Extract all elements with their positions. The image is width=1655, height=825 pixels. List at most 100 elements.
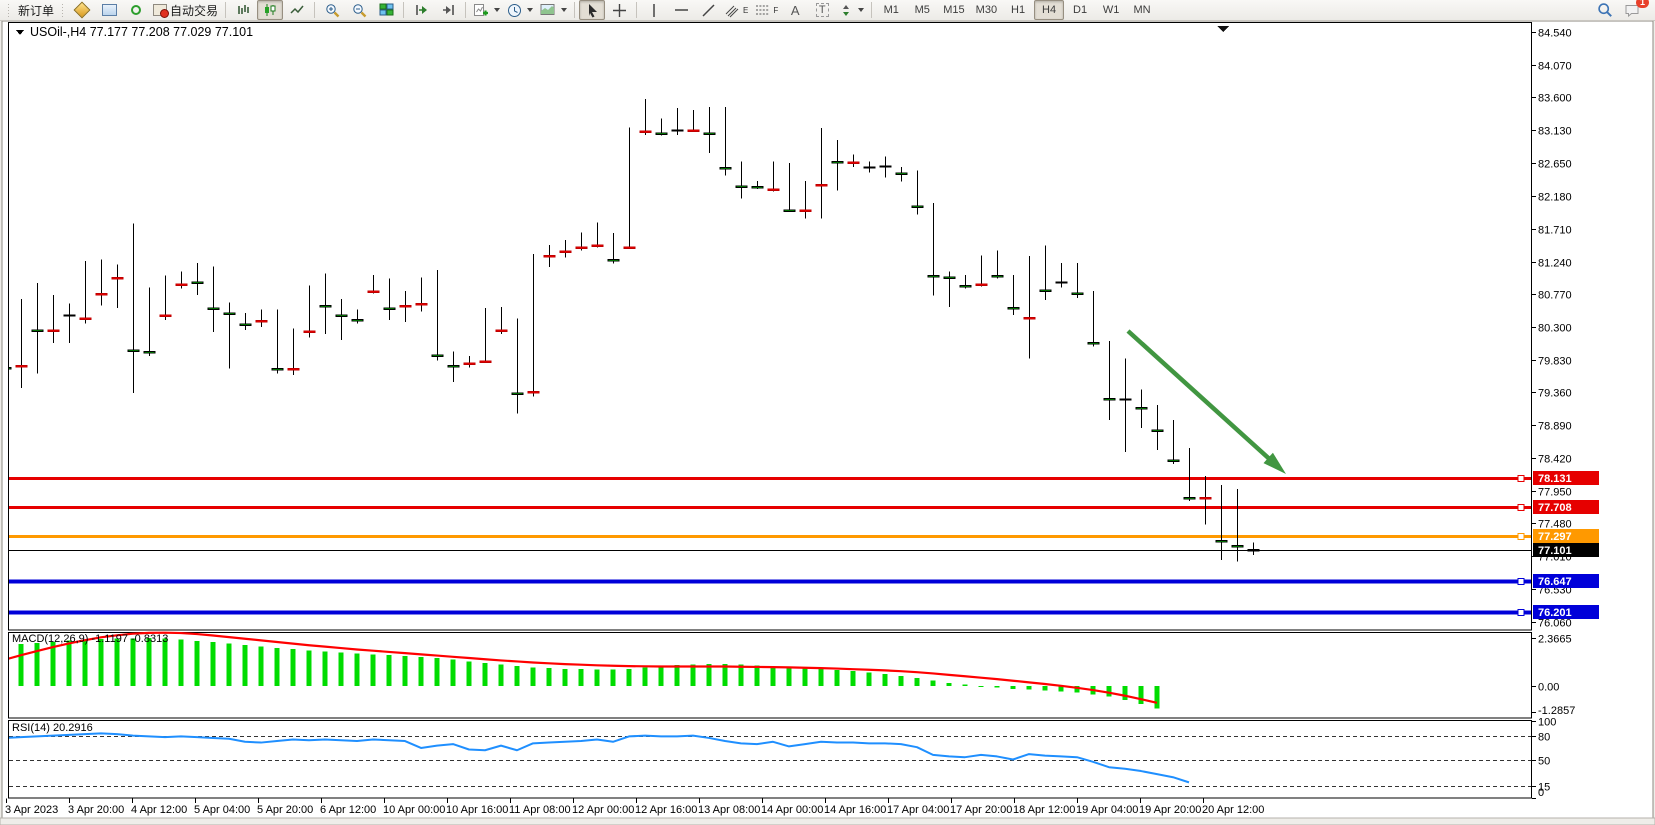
- price-tick-label: 77.950: [1538, 487, 1572, 499]
- macd-histogram-bar: [547, 668, 552, 686]
- bar-chart-button[interactable]: [230, 0, 256, 20]
- fibonacci-button[interactable]: F: [752, 0, 781, 20]
- search-button[interactable]: [1592, 0, 1618, 20]
- auto-scroll-button[interactable]: [408, 0, 434, 20]
- rsi-scale-label: 100: [1538, 717, 1556, 729]
- candlestick-button[interactable]: [257, 0, 283, 20]
- channel-icon: [725, 3, 740, 18]
- macd-histogram-bar: [563, 669, 568, 686]
- price-chart[interactable]: 84.54084.07083.60083.13082.65082.18081.7…: [0, 21, 1655, 825]
- chart-title-label: USOil-,H4 77.177 77.208 77.029 77.101: [30, 25, 253, 39]
- line-handle[interactable]: [1518, 534, 1524, 540]
- macd-histogram-bar: [499, 665, 504, 686]
- tile-windows-button[interactable]: [373, 0, 399, 20]
- main-panel[interactable]: [9, 23, 1532, 631]
- time-tick-label: 3 Apr 2023: [5, 804, 58, 816]
- price-tick-label: 81.240: [1538, 258, 1572, 270]
- text-icon: A: [791, 3, 800, 18]
- trendline-button[interactable]: [695, 0, 721, 20]
- candle-body: [512, 393, 523, 395]
- macd-histogram-bar: [419, 657, 424, 686]
- robot-icon: [153, 4, 167, 16]
- time-tick-label: 10 Apr 00:00: [383, 804, 445, 816]
- arrows-icon: [839, 3, 853, 18]
- toolbar-grip[interactable]: [7, 3, 11, 17]
- crosshair-icon: [612, 3, 627, 18]
- text-button[interactable]: A: [782, 0, 808, 20]
- vertical-line-button[interactable]: [641, 0, 667, 20]
- timeframe-label: M5: [915, 4, 930, 16]
- timeframe-m1-button[interactable]: M1: [876, 0, 906, 20]
- text-label-button[interactable]: T: [809, 0, 835, 20]
- timeframe-h4-button[interactable]: H4: [1034, 0, 1064, 20]
- candle-body: [896, 173, 907, 175]
- zoom-in-button[interactable]: [319, 0, 345, 20]
- chevron-down-icon: [494, 8, 500, 12]
- time-tick-label: 4 Apr 12:00: [131, 804, 187, 816]
- time-tick-label: 12 Apr 16:00: [635, 804, 697, 816]
- chevron-down-icon: [858, 8, 864, 12]
- timeframe-w1-button[interactable]: W1: [1096, 0, 1126, 20]
- candle-body: [816, 184, 827, 186]
- price-tick-label: 82.180: [1538, 192, 1572, 204]
- candle-body: [1104, 399, 1115, 401]
- periods-button[interactable]: [504, 0, 536, 20]
- signals-button[interactable]: [123, 0, 149, 20]
- price-tick-label: 84.070: [1538, 61, 1572, 73]
- arrows-button[interactable]: [836, 0, 867, 20]
- line-handle[interactable]: [1518, 579, 1524, 585]
- macd-histogram-bar: [195, 641, 200, 686]
- notifications-button[interactable]: 1: [1619, 0, 1645, 20]
- candle-body: [144, 351, 155, 353]
- candle-body: [352, 319, 363, 321]
- price-tick-label: 79.360: [1538, 388, 1572, 400]
- timeframe-label: MN: [1134, 4, 1151, 16]
- line-handle[interactable]: [1518, 476, 1524, 482]
- cursor-button[interactable]: [579, 0, 605, 20]
- new-chart-button[interactable]: [470, 0, 503, 20]
- timeframe-m15-button[interactable]: M15: [938, 0, 969, 20]
- chart-panels: [9, 23, 1532, 799]
- candle-body: [832, 161, 843, 163]
- macd-histogram-bar: [211, 642, 216, 686]
- chart-shift-button[interactable]: [435, 0, 461, 20]
- quotes-button[interactable]: [69, 0, 95, 20]
- price-badge-label: 78.131: [1538, 473, 1572, 485]
- new-order-button[interactable]: 新订单: [15, 0, 57, 20]
- macd-histogram-bar: [851, 671, 856, 686]
- macd-histogram-bar: [963, 685, 968, 686]
- zoom-out-button[interactable]: [346, 0, 372, 20]
- macd-histogram-bar: [1123, 686, 1128, 700]
- candle-body: [640, 131, 651, 133]
- macd-histogram-bar: [979, 686, 984, 687]
- timeframe-m5-button[interactable]: M5: [907, 0, 937, 20]
- horizontal-line-button[interactable]: [668, 0, 694, 20]
- candle-body: [1200, 497, 1211, 499]
- timeframe-d1-button[interactable]: D1: [1065, 0, 1095, 20]
- macd-histogram-bar: [243, 645, 248, 686]
- crosshair-button[interactable]: [606, 0, 632, 20]
- line-handle[interactable]: [1518, 610, 1524, 616]
- toolbar-grip[interactable]: [61, 3, 65, 17]
- candle-body: [608, 260, 619, 262]
- timeframe-h1-button[interactable]: H1: [1003, 0, 1033, 20]
- chart-window[interactable]: 84.54084.07083.60083.13082.65082.18081.7…: [0, 21, 1655, 825]
- market-watch-button[interactable]: [96, 0, 122, 20]
- macd-panel[interactable]: [9, 633, 1532, 719]
- line-chart-button[interactable]: [284, 0, 310, 20]
- templates-button[interactable]: [537, 0, 570, 20]
- line-handle[interactable]: [1518, 505, 1524, 511]
- candle-body: [688, 130, 699, 132]
- candle-body: [176, 284, 187, 286]
- macd-histogram-bar: [227, 644, 232, 686]
- macd-histogram-bar: [147, 638, 152, 686]
- fibonacci-letter: F: [773, 6, 778, 15]
- auto-trading-button[interactable]: 自动交易: [150, 0, 221, 20]
- candle-body: [272, 369, 283, 371]
- equidistant-channel-button[interactable]: E: [722, 0, 751, 20]
- macd-histogram-bar: [115, 639, 120, 686]
- auto-scroll-icon: [414, 3, 429, 17]
- macd-scale-label: 2.3665: [1538, 634, 1572, 646]
- timeframe-m30-button[interactable]: M30: [971, 0, 1002, 20]
- timeframe-mn-button[interactable]: MN: [1127, 0, 1157, 20]
